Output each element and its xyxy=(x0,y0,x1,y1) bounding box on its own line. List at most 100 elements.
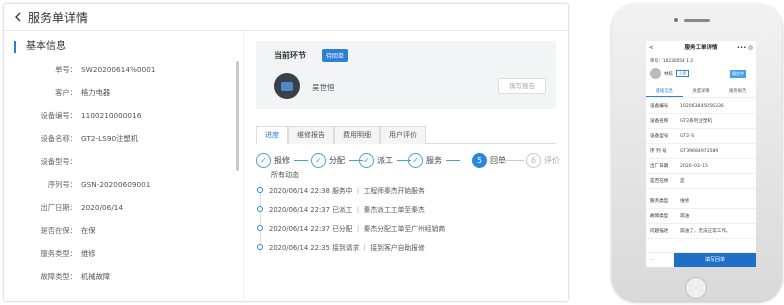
tab-item[interactable]: 维修报告 xyxy=(288,126,334,144)
step-1: ✓ 报修 xyxy=(256,152,290,168)
phone-row: 故障类型 漏油 xyxy=(646,210,756,224)
field-row: 设备编号： 1100210000016 xyxy=(4,110,234,122)
phone-mockup: < 服务工单详情 ••• ◎ 单号：10230554 1 2 林栋 上级 服务中… xyxy=(612,4,782,301)
field-row: 服务类型： 维修 xyxy=(4,248,234,260)
tab-item[interactable]: 用户评价 xyxy=(380,126,426,144)
phone-row-value: 2020–03–15 xyxy=(680,164,708,169)
field-value: GT2-LS90注塑机 xyxy=(81,134,138,143)
field-label: 出厂日期： xyxy=(40,203,77,212)
home-button[interactable] xyxy=(685,277,707,299)
phone-person: 林栋 xyxy=(664,72,673,77)
phone-row: 设备名称 GT2系列注塑机 xyxy=(646,115,756,129)
more-icon[interactable]: ••• ◎ xyxy=(737,41,753,56)
field-label: 是否在保： xyxy=(40,226,77,235)
step-connector xyxy=(446,160,460,161)
timeline-event: 2020/06/14 22:37 已分配 ｜ 秦杰分配工单至广州经销商 xyxy=(257,223,445,233)
phone-row-value: GT2–S xyxy=(680,134,695,139)
phone-bottom-bar: ··· 填写回单 xyxy=(646,252,756,267)
phone-tab[interactable]: 进度详情 xyxy=(683,87,720,97)
step-6: 6 评价 xyxy=(526,152,560,168)
tab-bar: 进度 维修报告 费用明细 用户评价 xyxy=(256,126,556,144)
field-label: 序列号： xyxy=(47,180,77,189)
progress-steps: ✓ 报修 ✓ 分配 ✓ 派工 ✓ 服务 5 回单 6 评价 xyxy=(256,152,566,172)
phone-tab[interactable]: 服务报告 xyxy=(719,87,756,97)
tab-item[interactable]: 进度 xyxy=(256,126,288,144)
avatar xyxy=(274,73,300,99)
phone-tab[interactable]: 基础信息 xyxy=(646,87,683,97)
field-label: 设备编号： xyxy=(40,111,77,120)
phone-row-label: 设备名称 xyxy=(650,119,669,124)
phone-row: 序 列 号 GT39684973589 xyxy=(646,145,756,159)
back-button[interactable] xyxy=(10,9,26,25)
field-value: 1100210000016 xyxy=(81,111,142,120)
phone-tabs: 基础信息 进度详情 服务报告 xyxy=(646,87,756,98)
step-connector xyxy=(500,160,524,161)
step-label: 服务 xyxy=(426,155,442,165)
field-row: 设备型号： xyxy=(4,156,234,168)
phone-row: 设备型号 GT2–S xyxy=(646,130,756,144)
step-number: 6 xyxy=(526,152,541,168)
field-value: 维修 xyxy=(81,249,96,258)
phone-row-value: 是 xyxy=(680,179,685,184)
timeline-dot xyxy=(257,244,263,250)
fill-report-button[interactable]: 填写报告 xyxy=(498,78,546,94)
speaker xyxy=(684,19,710,22)
back-icon[interactable]: < xyxy=(649,41,654,56)
field-value: 2020/06/14 xyxy=(81,203,124,212)
phone-avatar xyxy=(650,68,661,79)
stage: 服务单详情 基本信息 单号： SW20200614%0001 客户： 格力电器 设备编号… xyxy=(0,0,784,305)
phone-row-label: 序 列 号 xyxy=(650,149,667,154)
step-4: ✓ 服务 xyxy=(408,152,442,168)
phone-row-label: 设备编号 xyxy=(650,104,669,109)
field-value: 格力电器 xyxy=(81,88,111,97)
phone-row: 出厂日期 2020–03–15 xyxy=(646,160,756,174)
timeline-event: 2020/06/14 22:37 已派工 ｜ 秦杰派工工单至秦杰 xyxy=(257,204,425,214)
chevron-left-icon xyxy=(15,12,21,22)
phone-header: < 服务工单详情 ••• ◎ xyxy=(646,41,756,56)
phone-row-value: 102063845056236 xyxy=(680,104,724,109)
field-label: 设备名称： xyxy=(40,134,77,143)
phone-row-label: 出厂日期 xyxy=(650,164,669,169)
phone-row-value: GT39684973589 xyxy=(680,149,719,154)
step-number: 5 xyxy=(472,152,487,168)
title-bar: 服务单详情 xyxy=(4,4,568,31)
fill-receipt-button[interactable]: 填写回单 xyxy=(674,253,756,267)
step-label: 派工 xyxy=(377,155,393,165)
phone-row-label: 故障类型 xyxy=(650,214,669,219)
check-icon: ✓ xyxy=(256,152,271,168)
section-title: 基本信息 xyxy=(14,41,66,53)
step-label: 分配 xyxy=(329,155,345,165)
step-label: 评价 xyxy=(544,155,560,165)
phone-row-label: 服务类型 xyxy=(650,199,669,204)
event-text: 2020/06/14 22:35 接到请求 ｜ 接到客户自助报修 xyxy=(269,244,425,252)
step-2: ✓ 分配 xyxy=(311,152,345,168)
phone-tag: 上级 xyxy=(676,70,689,77)
phone-order-no: 单号：10230554 1 2 xyxy=(650,59,693,64)
phone-status: 服务中 xyxy=(730,70,746,78)
page-title: 服务单详情 xyxy=(28,10,89,25)
detail-panel: 当前环节 待回单 吴世恒 填写报告 进度 维修报告 费用明细 用户评价 ✓ 报修 ✓ 分配 ✓… xyxy=(244,31,568,301)
check-icon: ✓ xyxy=(359,152,374,168)
current-step-card: 当前环节 待回单 吴世恒 填写报告 xyxy=(256,41,556,109)
more-button[interactable]: ··· xyxy=(650,253,655,267)
field-row: 客户： 格力电器 xyxy=(4,87,234,99)
camera xyxy=(674,18,678,22)
phone-row-label: 是否在保 xyxy=(650,179,669,184)
step-label: 报修 xyxy=(274,155,290,165)
field-value: 机械故障 xyxy=(81,272,111,281)
field-row: 单号： SW20200614%0001 xyxy=(4,64,234,76)
phone-row-value: 漏油了，无法正常工作。 xyxy=(680,229,731,234)
field-label: 故障类型： xyxy=(40,272,77,281)
scrollbar[interactable] xyxy=(236,61,239,171)
status-badge: 待回单 xyxy=(322,49,349,62)
tab-item[interactable]: 费用明细 xyxy=(334,126,380,144)
timeline-dot xyxy=(257,187,263,193)
event-text: 2020/06/14 22:38 服务中 ｜ 工程师秦杰开始服务 xyxy=(269,187,425,195)
field-label: 服务类型： xyxy=(40,249,77,258)
field-value: 在保 xyxy=(81,226,96,235)
basic-info-panel: 基本信息 单号： SW20200614%0001 客户： 格力电器设备编号： 11002… xyxy=(4,31,244,301)
event-text: 2020/06/14 22:37 已分配 ｜ 秦杰分配工单至广州经销商 xyxy=(269,225,446,233)
phone-row: 服务类型 维修 xyxy=(646,195,756,209)
phone-row: 设备编号 102063845056236 xyxy=(646,100,756,114)
phone-title: 服务工单详情 xyxy=(684,45,718,51)
